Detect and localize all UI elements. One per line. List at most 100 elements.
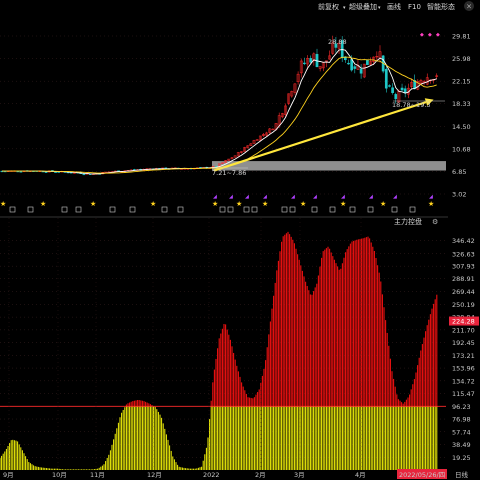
range-lower-annotation: 7.21~7.86 [212, 169, 246, 177]
trend-line [213, 101, 427, 172]
star-signal-icon: ★ [340, 200, 346, 208]
signal-box-icon [27, 206, 34, 213]
candle-body [391, 87, 394, 93]
candle-body [353, 66, 357, 69]
signal-box-icon [251, 206, 258, 213]
buy-marker-icon: ◢ [229, 194, 233, 200]
indicator-tick-label: 38.49 [452, 441, 471, 449]
candle-body [271, 128, 275, 131]
indicator-tick-label: 192.45 [452, 339, 475, 347]
indicator-tick-label: 134.72 [452, 377, 475, 385]
trend-arrow [213, 98, 434, 172]
current-value-badge: 224.28 [452, 318, 475, 326]
signal-box-icon [109, 206, 116, 213]
buy-marker-icon: ◢ [245, 194, 249, 200]
indicator-bar-series [0, 231, 438, 470]
candle-body [309, 58, 313, 63]
indicator-tick-label: 19.25 [452, 454, 471, 462]
buy-marker-icon: ◢ [369, 194, 373, 200]
signal-box-icon [177, 206, 184, 213]
ma-long-line [2, 56, 437, 174]
chart-canvas: 前复权 ▾ 超级叠加 ▾ 画线 F10 智能形态 × 29.81 25.98 22.… [0, 1, 479, 479]
indicator-tick-label: 269.44 [452, 288, 475, 296]
stock-chart-screen: 前复权 ▾ 超级叠加 ▾ 画线 F10 智能形态 × 29.81 25.98 22.… [0, 0, 480, 480]
time-axis-label: 3月 [294, 471, 305, 479]
signal-box-icon [391, 206, 398, 213]
signal-box-icon [409, 206, 416, 213]
buy-marker-icon: ◢ [429, 194, 433, 200]
indicator-tick-label: 57.74 [452, 428, 471, 436]
candle-body [366, 59, 369, 65]
price-tick-label: 29.81 [452, 33, 471, 41]
signal-box-icon [329, 206, 336, 213]
time-axis-label: 4月 [355, 471, 366, 479]
toolbar-item-smart-pattern[interactable]: 智能形态 [427, 2, 455, 11]
star-signal-icon: ★ [150, 200, 156, 208]
candle-body [44, 171, 48, 173]
month-labels: 9月 10月 11月 12月 2022 2月 3月 4月 [3, 218, 366, 479]
star-signal-icon: ★ [0, 200, 6, 208]
price-tick-label: 10.68 [452, 145, 471, 153]
toolbar-item-draw[interactable]: 画线 [387, 2, 401, 11]
signal-box-icon [9, 206, 16, 213]
time-axis-label: 10月 [52, 471, 67, 479]
gear-icon[interactable]: ⚙ [432, 218, 438, 226]
price-tick-label: 6.85 [452, 168, 466, 176]
indicator-tick-label: 115.47 [452, 390, 475, 398]
indicator-tick-label: 250.19 [452, 301, 475, 309]
time-axis-label: 11月 [90, 471, 105, 479]
toolbar-item-overlay[interactable]: 超级叠加 [349, 2, 377, 11]
signal-box-icon [289, 206, 296, 213]
dropdown-arrow-icon[interactable]: ▾ [378, 5, 381, 11]
candle-body [347, 62, 350, 65]
time-axis-label: 2月 [255, 471, 266, 479]
signal-box-icon [161, 206, 168, 213]
active-date-label: 2022/05/26/四 [399, 471, 445, 479]
signal-box-icon [227, 206, 234, 213]
indicator-tick-label: 211.70 [452, 326, 475, 334]
indicator-tick-label: 173.21 [452, 352, 475, 360]
indicator-tick-label: 96.23 [452, 403, 471, 411]
star-signal-icon: ★ [380, 200, 386, 208]
indicator-tick-label: 288.91 [452, 275, 475, 283]
indicator-tick-label: 346.42 [452, 237, 475, 245]
buy-marker-icon: ◢ [213, 194, 217, 200]
indicator-tick-label: 307.93 [452, 263, 475, 271]
price-tick-label: 18.33 [452, 100, 471, 108]
price-tick-label: 22.15 [452, 78, 471, 86]
toolbar-item-fuquan[interactable]: 前复权 [318, 2, 339, 11]
signal-box-icon [243, 206, 250, 213]
indicator-tick-label: 153.96 [452, 365, 475, 373]
price-axis: 29.81 25.98 22.15 18.33 14.50 10.68 6.85 3.02 [452, 33, 471, 199]
signal-box-icon [129, 206, 136, 213]
toolbar-item-f10[interactable]: F10 [408, 3, 421, 11]
candle-body [359, 68, 363, 74]
time-axis-label: 2022 [203, 471, 220, 479]
candle-body [394, 94, 398, 100]
signal-box-icon [349, 206, 356, 213]
period-label[interactable]: 日线 [455, 470, 469, 479]
signal-box-icon [311, 206, 318, 213]
candle-body [350, 59, 353, 71]
candle-body [82, 173, 86, 176]
time-axis-label: 9月 [3, 471, 14, 479]
candle-body [403, 88, 407, 94]
close-icon[interactable]: × [466, 3, 472, 11]
star-signal-icon: ★ [212, 200, 218, 208]
diamond-marker-icon: ◆ [428, 32, 432, 38]
range-upper-annotation: 18.78~19.3 [392, 101, 431, 109]
dropdown-arrow-icon[interactable]: ▾ [343, 5, 346, 11]
diamond-marker-icon: ◆ [420, 32, 424, 38]
indicator-axis: 346.42326.63307.93288.91269.44250.19230.… [452, 237, 475, 462]
star-signal-icon: ★ [90, 200, 96, 208]
candle-body [400, 87, 404, 91]
buy-marker-icon: ◢ [341, 194, 345, 200]
signal-box-icon [219, 206, 226, 213]
candlestick-series [0, 35, 439, 176]
time-axis-label: 12月 [147, 471, 162, 479]
candle-body [388, 85, 391, 87]
price-tick-label: 25.98 [452, 55, 471, 63]
candle-body [19, 171, 23, 173]
price-tick-label: 14.50 [452, 123, 471, 131]
indicator-panel: 主力控盘 ⚙ 346.42 326.63 307.93 288.91 269.44 250… [0, 217, 479, 470]
